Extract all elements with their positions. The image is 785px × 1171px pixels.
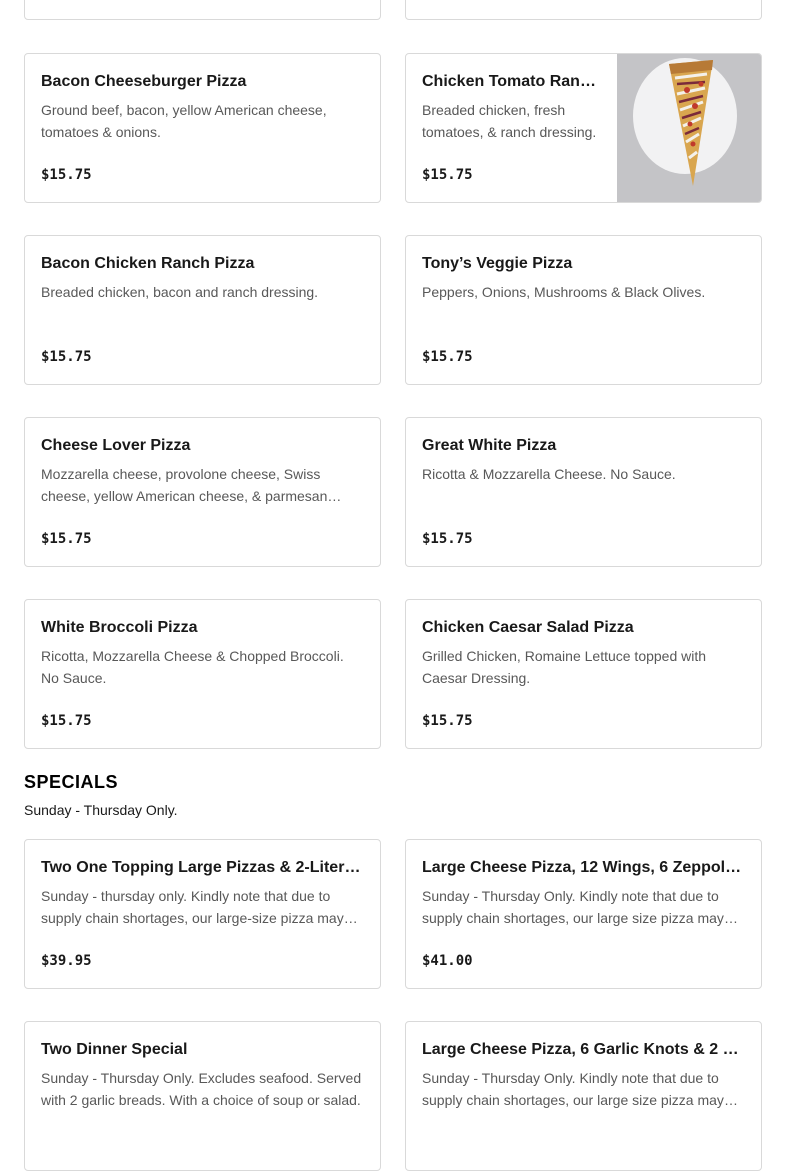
- item-name: White Broccoli Pizza: [41, 619, 198, 636]
- menu-item-card-partial[interactable]: [24, 0, 381, 20]
- item-price: $15.75: [41, 349, 92, 365]
- item-price: $15.75: [422, 349, 473, 365]
- menu-item-card[interactable]: Bacon Chicken Ranch Pizza Breaded chicke…: [24, 235, 381, 385]
- item-price: $15.75: [422, 713, 473, 729]
- item-name: Large Cheese Pizza, 12 Wings, 6 Zeppoles…: [422, 859, 745, 876]
- item-name: Chicken Caesar Salad Pizza: [422, 619, 634, 636]
- section-subtitle: Sunday - Thursday Only.: [24, 802, 178, 818]
- item-description: Sunday - Thursday Only. Excludes seafood…: [41, 1070, 362, 1108]
- item-name: Great White Pizza: [422, 437, 557, 454]
- menu-item-card[interactable]: Cheese Lover Pizza Mozzarella cheese, pr…: [24, 417, 381, 567]
- item-description: Grilled Chicken, Romaine Lettuce topped …: [422, 648, 707, 686]
- item-price: $15.75: [41, 167, 92, 183]
- pizza-slice-photo: [617, 54, 761, 202]
- item-description: Breaded chicken, bacon and ranch dressin…: [41, 284, 319, 300]
- item-name: Two One Topping Large Pizzas & 2-Liter S…: [41, 859, 364, 876]
- item-description: Ground beef, bacon, yellow American chee…: [41, 102, 327, 140]
- item-price: $15.75: [422, 167, 473, 183]
- menu-item-card[interactable]: White Broccoli Pizza Ricotta, Mozzarella…: [24, 599, 381, 749]
- item-price: $39.95: [41, 953, 92, 969]
- item-description: Mozzarella cheese, provolone cheese, Swi…: [41, 466, 328, 504]
- item-name: Bacon Cheeseburger Pizza: [41, 73, 247, 90]
- menu-item-card[interactable]: Chicken Tomato Ranch Pizza Breaded chick…: [405, 53, 762, 203]
- menu-item-card-partial[interactable]: [405, 0, 762, 20]
- item-description: Sunday - thursday only. Kindly note that…: [41, 888, 344, 926]
- menu-item-card[interactable]: Chicken Caesar Salad Pizza Grilled Chick…: [405, 599, 762, 749]
- menu-item-card[interactable]: Tony’s Veggie Pizza Peppers, Onions, Mus…: [405, 235, 762, 385]
- special-item-card[interactable]: Large Cheese Pizza, 6 Garlic Knots & 2 L…: [405, 1021, 762, 1171]
- special-item-card[interactable]: Large Cheese Pizza, 12 Wings, 6 Zeppoles…: [405, 839, 762, 989]
- special-item-card[interactable]: Two Dinner Special Sunday - Thursday Onl…: [24, 1021, 381, 1171]
- item-price: $15.75: [422, 531, 473, 547]
- item-name: Cheese Lover Pizza: [41, 437, 191, 454]
- item-price: $15.75: [41, 713, 92, 729]
- item-name: Tony’s Veggie Pizza: [422, 255, 573, 272]
- item-price: $15.75: [41, 531, 92, 547]
- item-description: Ricotta & Mozzarella Cheese. No Sauce.: [422, 466, 676, 482]
- item-description: Breaded chicken, fresh tomatoes, & ranch…: [422, 102, 597, 140]
- item-price: $41.00: [422, 953, 473, 969]
- special-item-card[interactable]: Two One Topping Large Pizzas & 2-Liter S…: [24, 839, 381, 989]
- item-name: Bacon Chicken Ranch Pizza: [41, 255, 255, 272]
- section-title: SPECIALS: [24, 772, 119, 792]
- item-name: Two Dinner Special: [41, 1041, 188, 1058]
- item-description: Peppers, Onions, Mushrooms & Black Olive…: [422, 284, 706, 300]
- item-description: Sunday - Thursday Only. Kindly note that…: [422, 888, 724, 926]
- item-description: Sunday - Thursday Only. Kindly note that…: [422, 1070, 724, 1108]
- item-name: Large Cheese Pizza, 6 Garlic Knots & 2 L…: [422, 1041, 745, 1058]
- menu-item-card[interactable]: Bacon Cheeseburger Pizza Ground beef, ba…: [24, 53, 381, 203]
- menu-item-card[interactable]: Great White Pizza Ricotta & Mozzarella C…: [405, 417, 762, 567]
- item-description: Ricotta, Mozzarella Cheese & Chopped Bro…: [41, 648, 344, 686]
- item-name: Chicken Tomato Ranch Pizza: [422, 73, 601, 90]
